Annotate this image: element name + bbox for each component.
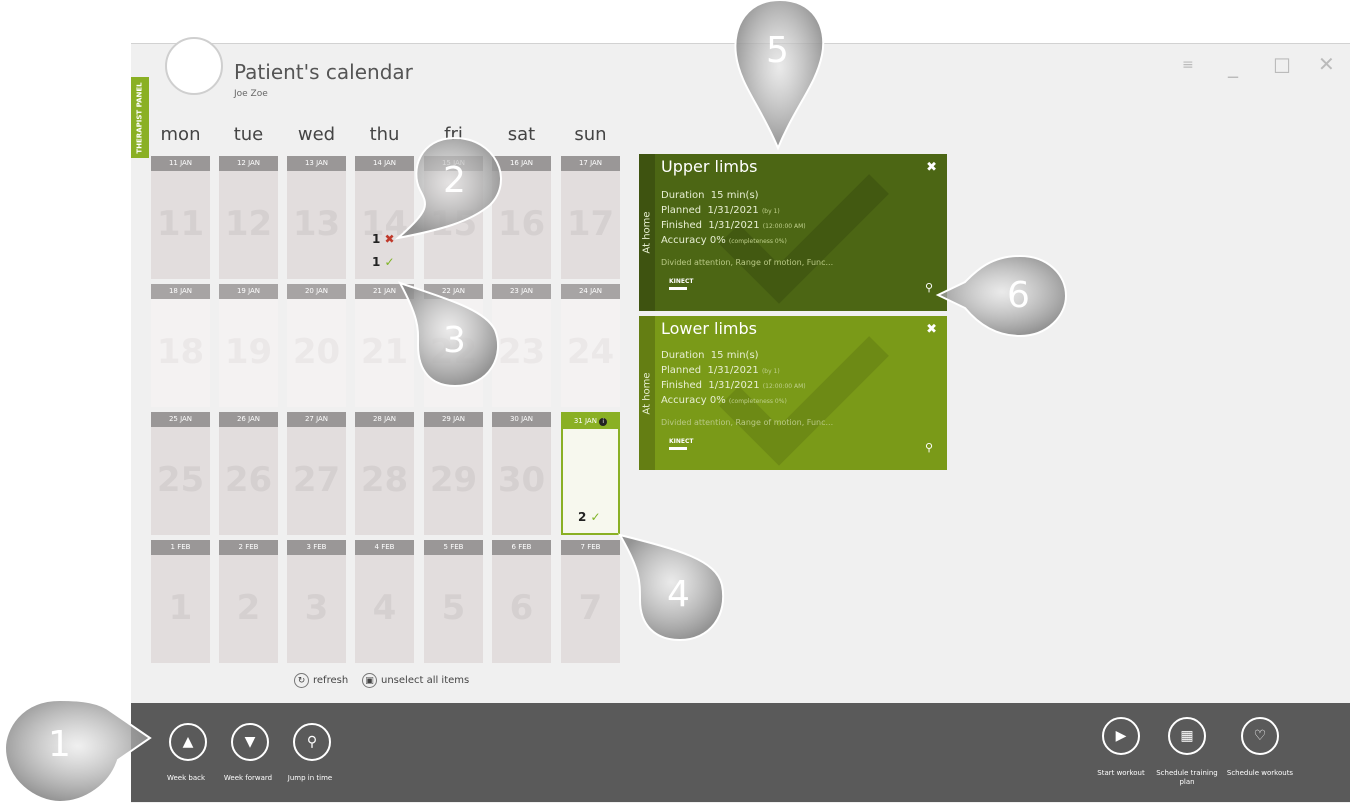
calendar-day[interactable]: 4 FEB 4 — [355, 540, 414, 663]
calendar-day[interactable]: 25 JAN 25 — [151, 412, 210, 535]
details-search-icon[interactable]: ⚲ — [925, 441, 933, 454]
calendar-day[interactable]: 20 JAN 20 — [287, 284, 346, 407]
week-back-button[interactable]: ▲ — [169, 723, 207, 761]
calendar-day[interactable]: 30 JAN 30 — [492, 412, 551, 535]
dayname-wed: wed — [297, 124, 336, 145]
calendar-day[interactable]: 14 JAN 14 1 ✖ 1 ✓ — [355, 156, 414, 279]
dayname-tue: tue — [233, 124, 264, 145]
remove-icon[interactable]: ✖ — [926, 160, 937, 175]
completed-workout-count: 1 ✓ — [372, 255, 395, 269]
calendar-day-selected[interactable]: 31 JAN i 31 2 ✓ — [561, 412, 620, 535]
calendar-day[interactable]: 16 JAN 16 — [492, 156, 551, 279]
completed-workout-count: 2 ✓ — [578, 510, 601, 524]
calendar-day[interactable]: 28 JAN 28 — [355, 412, 414, 535]
card-tags: Divided attention, Range of motion, Func… — [661, 258, 834, 267]
dayname-thu: thu — [369, 124, 400, 145]
refresh-icon: ↻ — [294, 673, 309, 688]
back-button[interactable] — [165, 37, 223, 95]
unselect-icon: ▣ — [362, 673, 377, 688]
calendar-day[interactable]: 3 FEB 3 — [287, 540, 346, 663]
check-icon: ✓ — [590, 510, 601, 524]
calendar-day[interactable]: 5 FEB 5 — [424, 540, 483, 663]
calendar-day[interactable]: 7 FEB 7 — [561, 540, 620, 663]
patient-name: Joe Zoe — [234, 89, 268, 99]
calendar-day[interactable]: 29 JAN 29 — [424, 412, 483, 535]
callout-number: 1 — [48, 724, 71, 765]
info-icon: i — [599, 418, 608, 426]
zoom-icon: ⚲ — [306, 734, 318, 750]
calendar-day[interactable]: 23 JAN 23 — [492, 284, 551, 407]
maximize-icon[interactable]: ☐ — [1273, 54, 1291, 78]
calendar-day[interactable]: 19 JAN 19 — [219, 284, 278, 407]
callout-number: 6 — [1007, 275, 1030, 316]
calendar-day[interactable]: 1 FEB 1 — [151, 540, 210, 663]
arrow-down-icon: ▼ — [244, 734, 256, 750]
callout-number: 3 — [443, 320, 466, 361]
close-icon[interactable]: ✕ — [1318, 52, 1335, 76]
details-search-icon[interactable]: ⚲ — [925, 281, 933, 294]
card-tags: Divided attention, Range of motion, Func… — [661, 418, 834, 427]
failed-workout-count: 1 ✖ — [372, 232, 395, 246]
calendar-day[interactable]: 18 JAN 18 — [151, 284, 210, 407]
workout-card-upper-limbs[interactable]: At home Upper limbs ✖ Duration 15 min(s)… — [639, 154, 947, 311]
calendar-day[interactable]: 6 FEB 6 — [492, 540, 551, 663]
workout-card-lower-limbs[interactable]: At home Lower limbs ✖ Duration 15 min(s)… — [639, 316, 947, 470]
calendar-day[interactable]: 2 FEB 2 — [219, 540, 278, 663]
callout-number: 5 — [766, 30, 789, 71]
schedule-workouts-button[interactable]: ♡ — [1241, 717, 1279, 755]
completed-check-watermark — [719, 174, 889, 304]
heart-plus-icon: ♡ — [1253, 728, 1267, 744]
calendar-day[interactable]: 27 JAN 27 — [287, 412, 346, 535]
unselect-all-link[interactable]: ▣ unselect all items — [362, 673, 469, 688]
therapist-panel-tab[interactable]: THERAPIST PANEL — [131, 77, 149, 158]
callout-number: 2 — [443, 160, 466, 201]
card-title: Upper limbs — [661, 157, 758, 176]
fail-icon: ✖ — [384, 232, 395, 246]
card-title: Lower limbs — [661, 319, 757, 338]
play-icon: ▶ — [1115, 728, 1127, 744]
callout-number: 4 — [667, 574, 690, 615]
calendar-day[interactable]: 21 JAN 21 — [355, 284, 414, 407]
start-workout-button[interactable]: ▶ — [1102, 717, 1140, 755]
check-icon: ✓ — [384, 255, 395, 269]
kinect-icon: KINECT — [669, 438, 694, 450]
calendar-day[interactable]: 26 JAN 26 — [219, 412, 278, 535]
calendar-day[interactable]: 17 JAN 17 — [561, 156, 620, 279]
refresh-link[interactable]: ↻ refresh — [294, 673, 348, 688]
minimize-icon[interactable]: _ — [1228, 54, 1238, 78]
calendar-day[interactable]: 12 JAN 12 — [219, 156, 278, 279]
schedule-training-plan-button[interactable]: ▦ — [1168, 717, 1206, 755]
calendar-day[interactable]: 11 JAN 11 — [151, 156, 210, 279]
calendar-day[interactable]: 13 JAN 13 — [287, 156, 346, 279]
page-title: Patient's calendar — [234, 60, 413, 84]
remove-icon[interactable]: ✖ — [926, 322, 937, 337]
settings-icon[interactable]: ≡ — [1182, 57, 1194, 73]
week-forward-button[interactable]: ▼ — [231, 723, 269, 761]
dayname-fri: fri — [444, 124, 463, 145]
dayname-mon: mon — [160, 124, 201, 145]
dayname-sun: sun — [574, 124, 607, 145]
dayname-sat: sat — [507, 124, 536, 145]
jump-in-time-button[interactable]: ⚲ — [293, 723, 331, 761]
kinect-icon: KINECT — [669, 278, 694, 290]
calendar-day[interactable]: 24 JAN 24 — [561, 284, 620, 407]
arrow-up-icon: ▲ — [182, 734, 194, 750]
calendar-icon: ▦ — [1180, 728, 1194, 744]
back-arrow-icon — [181, 55, 205, 77]
